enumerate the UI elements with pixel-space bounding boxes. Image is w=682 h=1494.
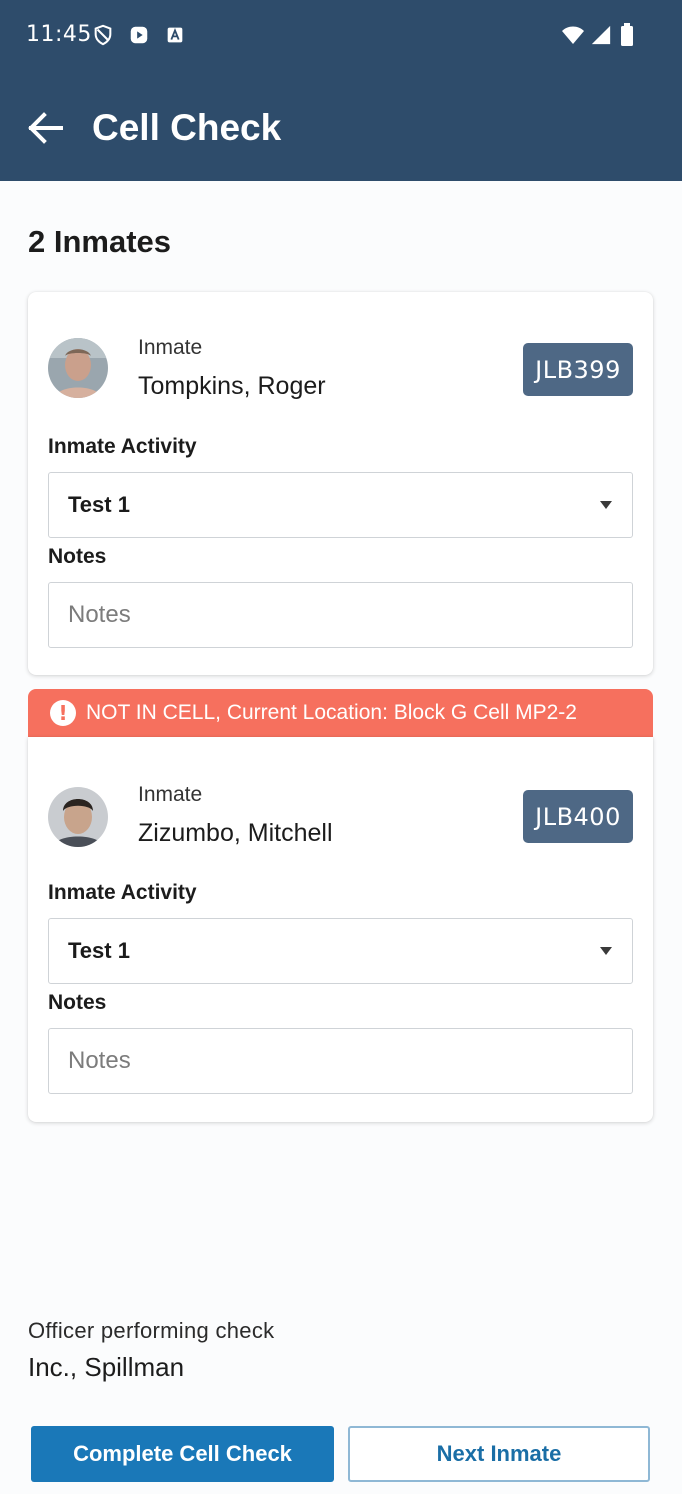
inmate-name: Zizumbo, Mitchell [138, 819, 333, 847]
page-title: Cell Check [92, 107, 282, 148]
dropdown-arrow-icon [600, 501, 612, 509]
inmate-photo [48, 338, 108, 398]
activity-select[interactable]: Test 1 [48, 472, 633, 538]
inmate-label: Inmate [138, 783, 203, 806]
alert-text: NOT IN CELL, Current Location: Block G C… [86, 701, 577, 724]
dropdown-arrow-icon [600, 947, 612, 955]
back-button[interactable] [22, 104, 70, 152]
inmate-count: 2 Inmates [28, 224, 172, 259]
activity-label: Inmate Activity [48, 881, 197, 904]
activity-select[interactable]: Test 1 [48, 918, 633, 984]
officer-name: Inc., Spillman [28, 1352, 185, 1382]
wifi-icon [562, 26, 584, 44]
notes-input[interactable] [48, 582, 633, 648]
notes-input[interactable] [48, 1028, 633, 1094]
alert-exclamation-icon: ! [50, 700, 76, 726]
inmate-id-badge: JLB399 [523, 343, 633, 396]
inmate-name: Tompkins, Roger [138, 372, 326, 400]
inmate-label: Inmate [138, 336, 203, 359]
activity-select-value: Test 1 [68, 492, 130, 517]
officer-label: Officer performing check [28, 1318, 275, 1343]
notes-label: Notes [48, 545, 107, 568]
media-app-icon [130, 26, 148, 44]
complete-cell-check-button[interactable]: Complete Cell Check [31, 1426, 334, 1482]
status-time: 11:45 [26, 22, 92, 47]
inmate-id-badge: JLB400 [523, 790, 633, 843]
activity-select-value: Test 1 [68, 938, 130, 963]
not-in-cell-alert: ! NOT IN CELL, Current Location: Block G… [28, 689, 653, 737]
toolbar: Cell Check [0, 90, 682, 170]
arrow-left-icon [28, 112, 63, 144]
next-inmate-button[interactable]: Next Inmate [348, 1426, 650, 1482]
inmate-card: Inmate Zizumbo, Mitchell JLB400 Inmate A… [28, 737, 653, 1122]
app-bar: 11:45 Cell Check [0, 0, 682, 181]
activity-label: Inmate Activity [48, 435, 197, 458]
text-app-icon [167, 27, 183, 43]
battery-icon [621, 23, 633, 46]
vpn-shield-icon [94, 24, 112, 46]
status-bar: 11:45 [0, 0, 682, 72]
inmate-photo [48, 787, 108, 847]
notes-label: Notes [48, 991, 107, 1014]
signal-icon [591, 25, 611, 45]
inmate-card: Inmate Tompkins, Roger JLB399 Inmate Act… [28, 292, 653, 675]
